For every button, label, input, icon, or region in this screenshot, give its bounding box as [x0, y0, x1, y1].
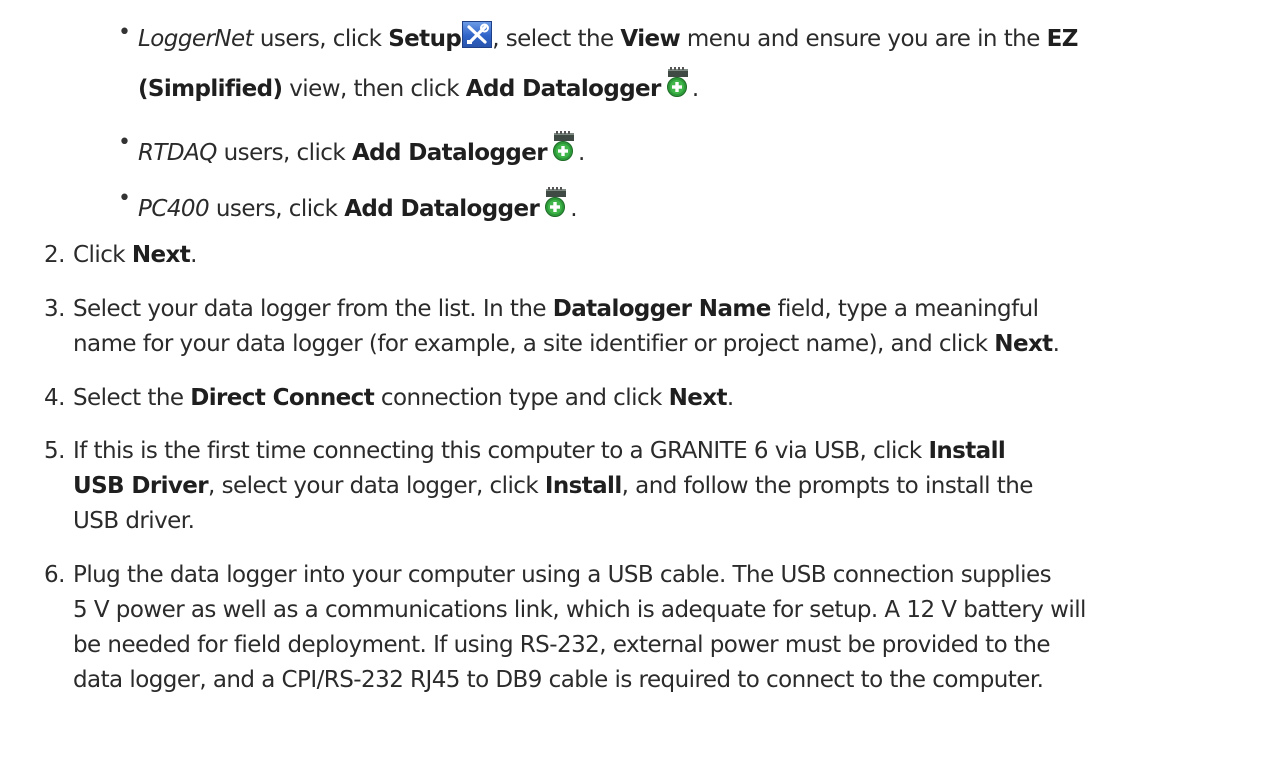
- step-5-line-2: USB Driver, select your data logger, cli…: [73, 473, 1033, 499]
- step-3-line-1: Select your data logger from the list. I…: [73, 296, 1039, 322]
- document-page: • LoggerNet users, click Setup, select t…: [0, 0, 1286, 765]
- add-datalogger-label: Add Datalogger: [465, 76, 662, 102]
- step-2-text: Click Next.: [73, 242, 197, 268]
- setup-tools-icon: [462, 21, 493, 48]
- step-6-line-1: Plug the data logger into your computer …: [73, 562, 1052, 588]
- step-5-line-3: USB driver.: [73, 508, 195, 534]
- add-datalogger-label: Add Datalogger: [351, 140, 548, 166]
- bullet-marker: •: [118, 186, 131, 211]
- add-datalogger-icon: [540, 187, 570, 218]
- bullet-marker: •: [118, 130, 131, 155]
- view-menu-label: View: [620, 26, 681, 52]
- step-number: 6.: [44, 562, 65, 588]
- add-datalogger-icon: [548, 131, 578, 162]
- step-number: 4.: [44, 385, 65, 411]
- bullet-rtdaq: RTDAQ users, click Add Datalogger.: [138, 129, 585, 167]
- add-datalogger-icon: [662, 67, 692, 98]
- bullet-loggernet-line-1: LoggerNet users, click Setup, select the…: [138, 19, 1078, 53]
- setup-label: Setup: [388, 26, 462, 52]
- step-number: 5.: [44, 438, 65, 464]
- bullet-pc400: PC400 users, click Add Datalogger.: [138, 185, 578, 223]
- add-datalogger-label: Add Datalogger: [344, 196, 540, 222]
- step-5-line-1: If this is the first time connecting thi…: [73, 438, 1006, 464]
- step-number: 2.: [44, 242, 65, 268]
- step-3-line-2: name for your data logger (for example, …: [73, 331, 1060, 357]
- bullet-marker: •: [118, 20, 131, 45]
- step-6-line-2: 5 V power as well as a communications li…: [73, 597, 1086, 623]
- product-name: RTDAQ: [138, 140, 217, 166]
- step-number: 3.: [44, 296, 65, 322]
- step-6-line-4: data logger, and a CPI/RS-232 RJ45 to DB…: [73, 667, 1044, 693]
- bullet-loggernet-line-2: (Simplified) view, then click Add Datalo…: [138, 65, 699, 103]
- step-4-text: Select the Direct Connect connection typ…: [73, 385, 734, 411]
- step-6-line-3: be needed for field deployment. If using…: [73, 632, 1051, 658]
- product-name: PC400: [138, 196, 210, 222]
- product-name: LoggerNet: [138, 26, 254, 52]
